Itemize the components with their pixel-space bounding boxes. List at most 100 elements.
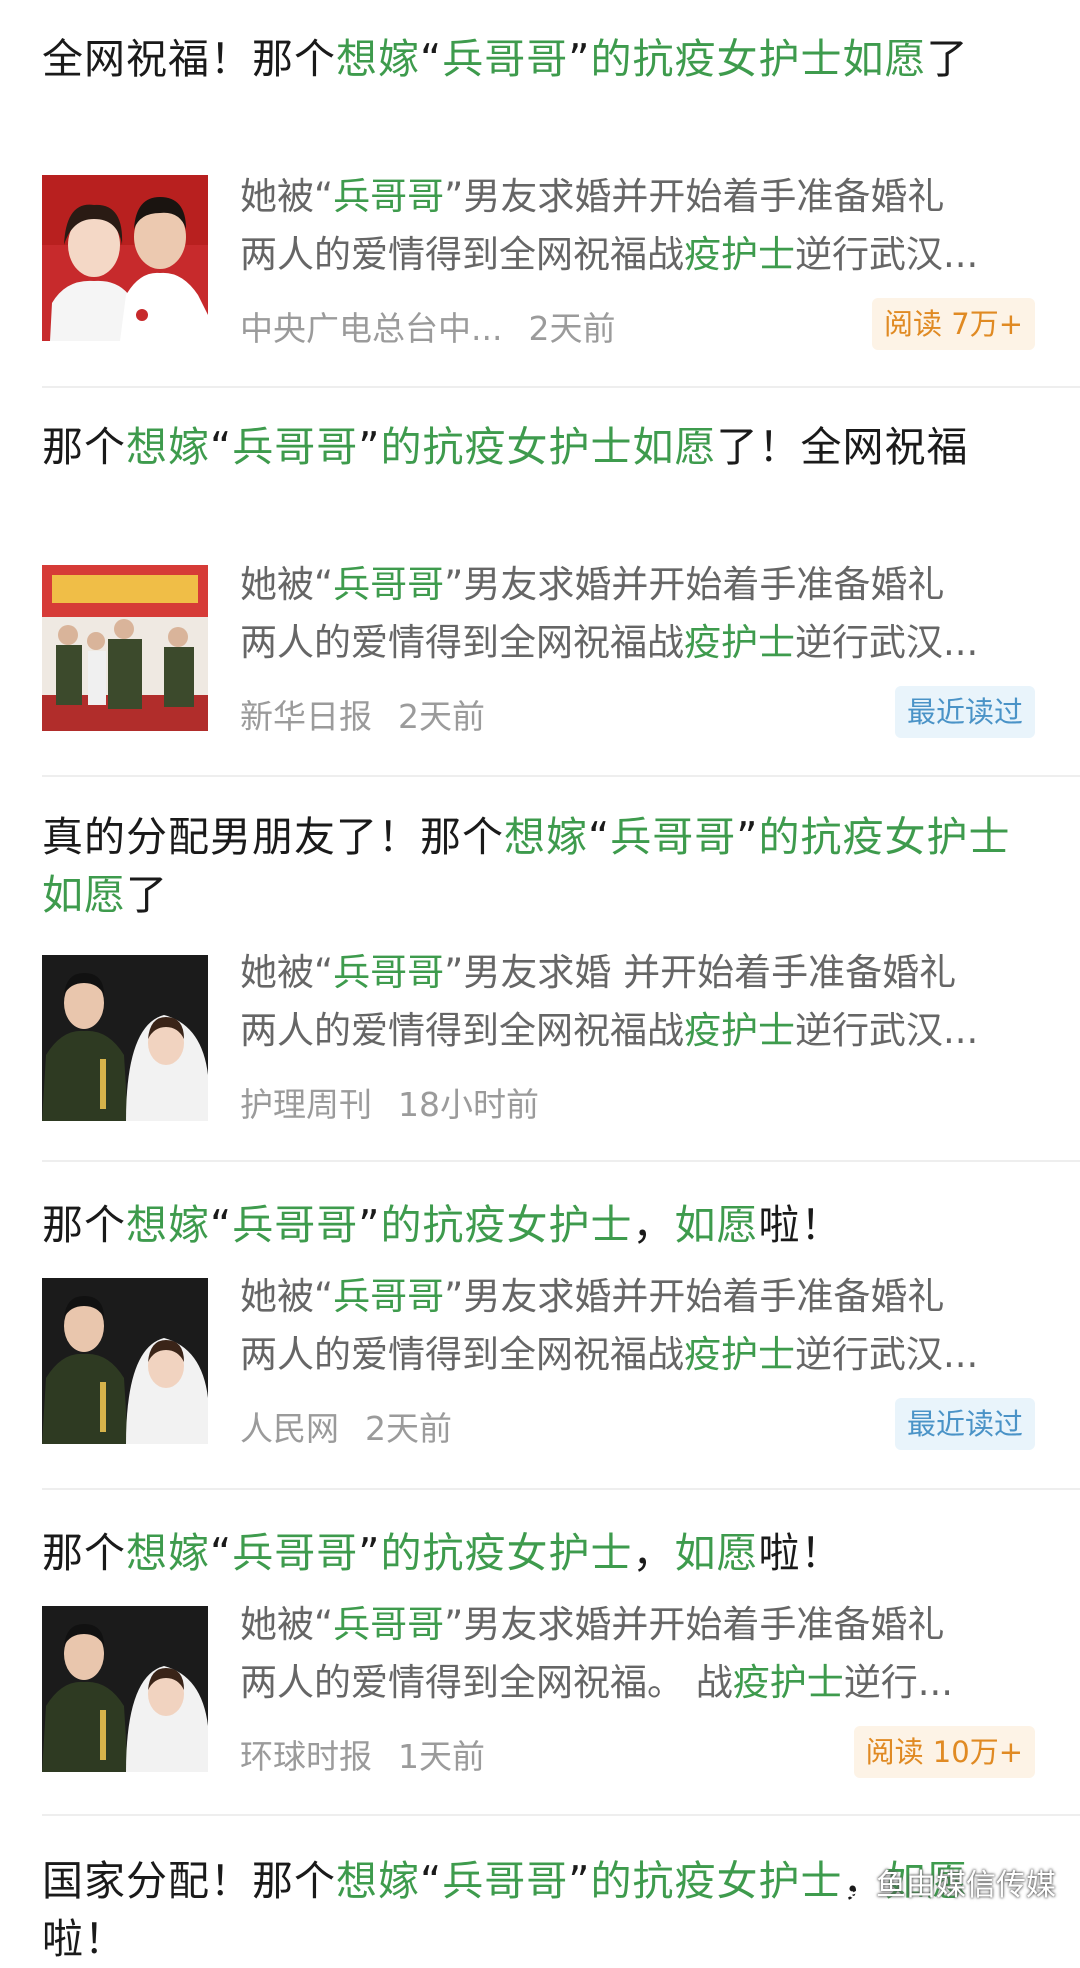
text-segment: 那个 [42, 1201, 126, 1249]
soldiers-photo-image [42, 565, 208, 731]
search-results-feed: 全网祝福！那个想嫁“兵哥哥”的抗疫女护士如愿了 她被“兵哥哥”男友求婚并开始着手… [0, 0, 1080, 1963]
article-title[interactable]: 那个想嫁“兵哥哥”的抗疫女护士，如愿啦！ [42, 1196, 1012, 1254]
text-segment: 她被“ [240, 1603, 334, 1646]
text-segment: ， [632, 1201, 675, 1249]
article-thumbnail[interactable] [42, 955, 208, 1121]
text-segment: 逆行... [843, 1661, 954, 1704]
text-segment: “ [210, 1529, 233, 1577]
article-meta: 护理周刊 18小时前 [240, 1078, 539, 1126]
article-snippet-line-1: 她被“兵哥哥”男友求婚 并开始着手准备婚礼 [240, 946, 1040, 1000]
highlighted-keyword: 如愿 [674, 1201, 759, 1249]
text-segment: 啦！ [758, 1529, 843, 1577]
text-segment: ” [358, 1201, 381, 1249]
text-segment: “ [420, 35, 443, 83]
article-source: 护理周刊 [240, 1085, 372, 1124]
text-segment: “ [420, 1857, 443, 1905]
article-title[interactable]: 全网祝福！那个想嫁“兵哥哥”的抗疫女护士如愿了 [42, 30, 1012, 88]
article-thumbnail[interactable] [42, 565, 208, 731]
text-segment: 那个 [42, 1529, 126, 1577]
article-snippet-line-2: 两人的爱情得到全网祝福战疫护士逆行武汉... [240, 1004, 1040, 1058]
text-segment: 啦！ [758, 1201, 843, 1249]
article-snippet-line-2: 两人的爱情得到全网祝福战疫护士逆行武汉... [240, 1328, 1040, 1382]
highlighted-keyword: 疫护士 [684, 1333, 795, 1376]
divider [42, 775, 1080, 777]
text-segment: 她被“ [240, 563, 334, 606]
highlighted-keyword: 兵哥哥 [232, 1529, 359, 1577]
article-snippet-line-2: 两人的爱情得到全网祝福战疫护士逆行武汉... [240, 616, 1040, 670]
article-meta: 中央广电总台中... 2天前 [240, 302, 615, 350]
text-segment: 逆行武汉... [795, 1333, 979, 1376]
highlighted-keyword: 兵哥哥 [232, 1201, 359, 1249]
article-snippet-line-1: 她被“兵哥哥”男友求婚并开始着手准备婚礼 [240, 170, 1040, 224]
article-time: 18小时前 [398, 1085, 539, 1124]
highlighted-keyword: 疫护士 [684, 621, 795, 664]
article-title[interactable]: 那个想嫁“兵哥哥”的抗疫女护士如愿了！全网祝福 [42, 418, 1012, 476]
highlighted-keyword: 的抗疫女护士如愿 [380, 423, 717, 471]
text-segment: ， [632, 1529, 675, 1577]
text-segment: ” [568, 35, 591, 83]
divider [42, 1814, 1080, 1816]
couple-photo-image [42, 175, 208, 341]
text-segment: 两人的爱情得到全网祝福战 [240, 233, 684, 276]
article-snippet-line-2: 两人的爱情得到全网祝福战疫护士逆行武汉... [240, 228, 1040, 282]
article-title[interactable]: 那个想嫁“兵哥哥”的抗疫女护士，如愿啦！ [42, 1524, 1012, 1582]
wedding-photo-image [42, 1278, 208, 1444]
highlighted-keyword: 的抗疫女护士 [380, 1201, 633, 1249]
text-segment: 全网祝福！那个 [42, 35, 336, 83]
text-segment: 真的分配男朋友了！那个 [42, 813, 504, 861]
text-segment: 啦！ [42, 1915, 126, 1963]
highlighted-keyword: 如愿 [674, 1529, 759, 1577]
highlighted-keyword: 的抗疫女护士如愿 [590, 35, 927, 83]
highlighted-keyword: 兵哥哥 [333, 175, 445, 218]
highlighted-keyword: 想嫁 [336, 35, 420, 83]
watermark-text: 鱼由媒信传媒 [876, 1868, 1056, 1903]
article-snippet-line-2: 两人的爱情得到全网祝福。 战疫护士逆行... [240, 1656, 1040, 1710]
article-title[interactable]: 真的分配男朋友了！那个想嫁“兵哥哥”的抗疫女护士如愿了 [42, 808, 1012, 924]
text-segment: 逆行武汉... [795, 621, 979, 664]
highlighted-keyword: 兵哥哥 [610, 813, 737, 861]
text-segment: 她被“ [240, 951, 334, 994]
read-count-badge: 阅读 10万+ [853, 1726, 1035, 1778]
article-time: 2天前 [398, 697, 485, 736]
article-snippet-line-1: 她被“兵哥哥”男友求婚并开始着手准备婚礼 [240, 1270, 1040, 1324]
text-segment: “ [588, 813, 611, 861]
divider [42, 386, 1080, 388]
text-segment: 逆行武汉... [795, 1009, 979, 1052]
divider [42, 1488, 1080, 1490]
text-segment: ”男友求婚并开始着手准备婚礼 [444, 563, 945, 606]
article-meta: 环球时报 1天前 [240, 1730, 485, 1778]
highlighted-keyword: 想嫁 [126, 1529, 210, 1577]
article-thumbnail[interactable] [42, 175, 208, 341]
article-time: 1天前 [398, 1737, 485, 1776]
text-segment: 她被“ [240, 175, 334, 218]
highlighted-keyword: 兵哥哥 [333, 951, 445, 994]
wedding-photo-image [42, 955, 208, 1121]
text-segment: 那个 [42, 423, 126, 471]
highlighted-keyword: 的抗疫女护士 [380, 1529, 633, 1577]
highlighted-keyword: 兵哥哥 [333, 1275, 445, 1318]
article-meta: 新华日报 2天前 [240, 690, 485, 738]
highlighted-keyword: 想嫁 [504, 813, 588, 861]
article-thumbnail[interactable] [42, 1606, 208, 1772]
article-source: 中央广电总台中... [240, 309, 503, 348]
text-segment: 了！全网祝福 [716, 423, 969, 471]
text-segment: ”男友求婚 并开始着手准备婚礼 [444, 951, 957, 994]
text-segment: ”男友求婚并开始着手准备婚礼 [444, 1275, 945, 1318]
highlighted-keyword: 疫护士 [732, 1661, 844, 1704]
text-segment: 两人的爱情得到全网祝福战 [240, 1009, 684, 1052]
text-segment: 她被“ [240, 1275, 334, 1318]
highlighted-keyword: 疫护士 [684, 233, 795, 276]
read-count-badge: 阅读 7万+ [872, 298, 1035, 350]
text-segment: “ [210, 423, 233, 471]
article-time: 2天前 [365, 1409, 452, 1448]
highlighted-keyword: 疫护士 [684, 1009, 795, 1052]
article-snippet-line-1: 她被“兵哥哥”男友求婚并开始着手准备婚礼 [240, 1598, 1040, 1652]
highlighted-keyword: 兵哥哥 [333, 563, 445, 606]
article-thumbnail[interactable] [42, 1278, 208, 1444]
article-time: 2天前 [528, 309, 616, 348]
article-snippet-line-1: 她被“兵哥哥”男友求婚并开始着手准备婚礼 [240, 558, 1040, 612]
watermark: 鱼由媒信传媒 [836, 1860, 1056, 1904]
highlighted-keyword: 想嫁 [336, 1857, 420, 1905]
text-segment: 了 [126, 871, 168, 919]
text-segment: 两人的爱情得到全网祝福战 [240, 621, 684, 664]
